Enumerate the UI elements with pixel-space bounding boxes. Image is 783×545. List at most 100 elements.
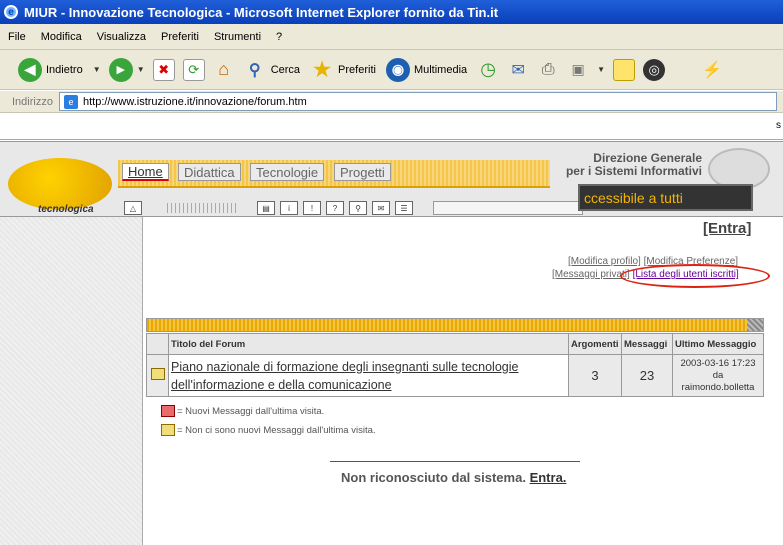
star-icon: ★: [313, 59, 332, 81]
messaggi-privati-link[interactable]: [Messaggi privati]: [552, 269, 630, 280]
back-button[interactable]: ◀ Indietro: [18, 57, 83, 82]
address-input[interactable]: e http://www.istruzione.it/innovazione/f…: [58, 92, 777, 111]
site-header: tecnologica Home Didattica Tecnologie Pr…: [0, 141, 783, 217]
footer-separator: [330, 461, 580, 462]
menu-visualizza[interactable]: Visualizza: [97, 31, 146, 43]
direzione-generale: Direzione Generale per i Sistemi Informa…: [552, 152, 702, 178]
col-messaggi: Messaggi: [621, 333, 673, 355]
print-icon[interactable]: ⎙: [537, 59, 559, 81]
footer-message: Non riconosciuto dal sistema. Entra.: [341, 470, 566, 485]
address-bar: Indirizzo e http://www.istruzione.it/inn…: [0, 91, 783, 113]
address-label: Indirizzo: [12, 95, 53, 108]
contact-mail-icon[interactable]: ✉: [372, 201, 390, 215]
back-arrow-icon: ◀: [18, 57, 42, 82]
accessible-banner[interactable]: ccessibile a tutti: [578, 184, 753, 211]
back-label: Indietro: [46, 63, 83, 76]
modifica-profilo-link[interactable]: [Modifica profilo]: [568, 256, 641, 267]
ie-logo-icon: e: [4, 5, 18, 19]
search-label: Cerca: [270, 63, 301, 76]
forum-table: Titolo del Forum Argomenti Messaggi Ulti…: [146, 333, 764, 397]
edit-dropdown-icon[interactable]: ▼: [597, 65, 607, 74]
icon-column-header: [146, 333, 169, 355]
window-title: MIUR - Innovazione Tecnologica - Microso…: [24, 4, 499, 20]
table-row: Piano nazionale di formazione degli inse…: [146, 354, 764, 397]
note-icon[interactable]: [613, 58, 636, 81]
forum-table-header: Titolo del Forum Argomenti Messaggi Ulti…: [146, 333, 764, 355]
col-ultimo-messaggio: Ultimo Messaggio: [672, 333, 764, 355]
site-search-input[interactable]: [433, 201, 583, 215]
messaggi-count: 23: [621, 354, 673, 397]
left-column: [0, 217, 143, 545]
media-label: Multimedia: [413, 63, 468, 76]
search-button[interactable]: ⚲ Cerca: [243, 58, 300, 82]
stop-icon[interactable]: ✖: [152, 58, 175, 81]
legend-none: = Non ci sono nuovi Messaggi dall'ultima…: [161, 424, 376, 436]
dots-divider: [167, 203, 237, 213]
favorites-button[interactable]: ★ Preferiti: [310, 58, 376, 82]
last-message-user: raimondo.bolletta: [681, 381, 755, 393]
standard-toolbar: ◀ Indietro ▼ ▶ ▼ ✖ ⟳ ⌂ ⚲ Cerca ★ Preferi…: [0, 50, 783, 90]
logo-text: tecnologica: [38, 204, 94, 215]
forum-bar-end: [747, 319, 763, 331]
links-bar: s: [0, 114, 783, 140]
window-titlebar: e MIUR - Innovazione Tecnologica - Micro…: [0, 0, 783, 24]
last-message-date: 2003-03-16 17:23: [680, 357, 756, 369]
mail-icon[interactable]: ✉: [507, 59, 529, 81]
page-icon: e: [63, 94, 78, 109]
folder-icon: [150, 368, 165, 380]
yellow-folder-icon: [161, 424, 175, 436]
col-titolo: Titolo del Forum: [168, 333, 569, 355]
address-url: http://www.istruzione.it/innovazione/for…: [82, 95, 307, 108]
legend-new: = Nuovi Messaggi dall'ultima visita.: [161, 405, 324, 417]
help-icon[interactable]: ?: [326, 201, 344, 215]
favorites-label: Preferiti: [338, 63, 376, 76]
last-message-cell: 2003-03-16 17:23 da raimondo.bolletta: [672, 354, 764, 397]
search-icon: ⚲: [248, 61, 261, 79]
history-icon[interactable]: ◷: [477, 59, 499, 81]
col-argomenti: Argomenti: [568, 333, 622, 355]
menu-file[interactable]: File: [8, 31, 26, 43]
document-icon[interactable]: ☰: [395, 201, 413, 215]
forum-title-link[interactable]: Piano nazionale di formazione degli inse…: [168, 354, 569, 397]
last-message-da: da: [712, 369, 724, 381]
tab-tecnologie[interactable]: Tecnologie: [250, 163, 325, 181]
tab-home[interactable]: Home: [122, 163, 169, 181]
forward-dropdown-icon[interactable]: ▼: [137, 65, 147, 74]
footer-text: Non riconosciuto dal sistema.: [341, 470, 526, 485]
entra-link-footer[interactable]: Entra.: [530, 470, 567, 485]
info-icon[interactable]: i: [280, 201, 298, 215]
site-tabs: Home Didattica Tecnologie Progetti: [118, 160, 550, 186]
entra-link-top[interactable]: [Entra]: [703, 220, 751, 237]
site-map-icon[interactable]: ▤: [257, 201, 275, 215]
search-site-icon[interactable]: ⚲: [349, 201, 367, 215]
menu-help[interactable]: ?: [276, 31, 282, 43]
nav-up-icon[interactable]: △: [124, 201, 142, 215]
argomenti-count: 3: [568, 354, 622, 397]
edit-icon[interactable]: ▣: [567, 59, 589, 81]
home-icon[interactable]: ⌂: [213, 59, 235, 81]
tab-didattica[interactable]: Didattica: [178, 163, 241, 181]
tab-progetti[interactable]: Progetti: [334, 163, 391, 181]
forum-header-bar: [146, 318, 764, 332]
site-icon-row: △ ▤ i ! ? ⚲ ✉ ☰: [124, 200, 584, 216]
menu-modifica[interactable]: Modifica: [41, 31, 82, 43]
legend-new-text: = Nuovi Messaggi dall'ultima visita.: [177, 405, 325, 417]
logo-egg-icon: [8, 158, 112, 210]
messenger-icon[interactable]: ◎: [643, 58, 666, 81]
menu-preferiti[interactable]: Preferiti: [161, 31, 199, 43]
alert-icon[interactable]: !: [303, 201, 321, 215]
site-logo[interactable]: tecnologica: [8, 144, 114, 216]
direzione-line2: per i Sistemi Informativi: [565, 164, 702, 178]
highlight-ellipse: [620, 264, 770, 288]
tin-icon[interactable]: ⚡: [701, 59, 723, 81]
links-edge-text: s: [776, 120, 781, 131]
media-button[interactable]: ◉ Multimedia: [385, 57, 468, 82]
legend-none-text: = Non ci sono nuovi Messaggi dall'ultima…: [177, 424, 376, 436]
forward-arrow-icon[interactable]: ▶: [108, 57, 133, 82]
menu-bar: File Modifica Visualizza Preferiti Strum…: [0, 24, 783, 50]
menu-strumenti[interactable]: Strumenti: [214, 31, 261, 43]
refresh-icon[interactable]: ⟳: [182, 58, 205, 81]
back-dropdown-icon[interactable]: ▼: [93, 65, 103, 74]
forum-folder-cell: [146, 354, 169, 397]
tabs-underline: [118, 186, 550, 188]
